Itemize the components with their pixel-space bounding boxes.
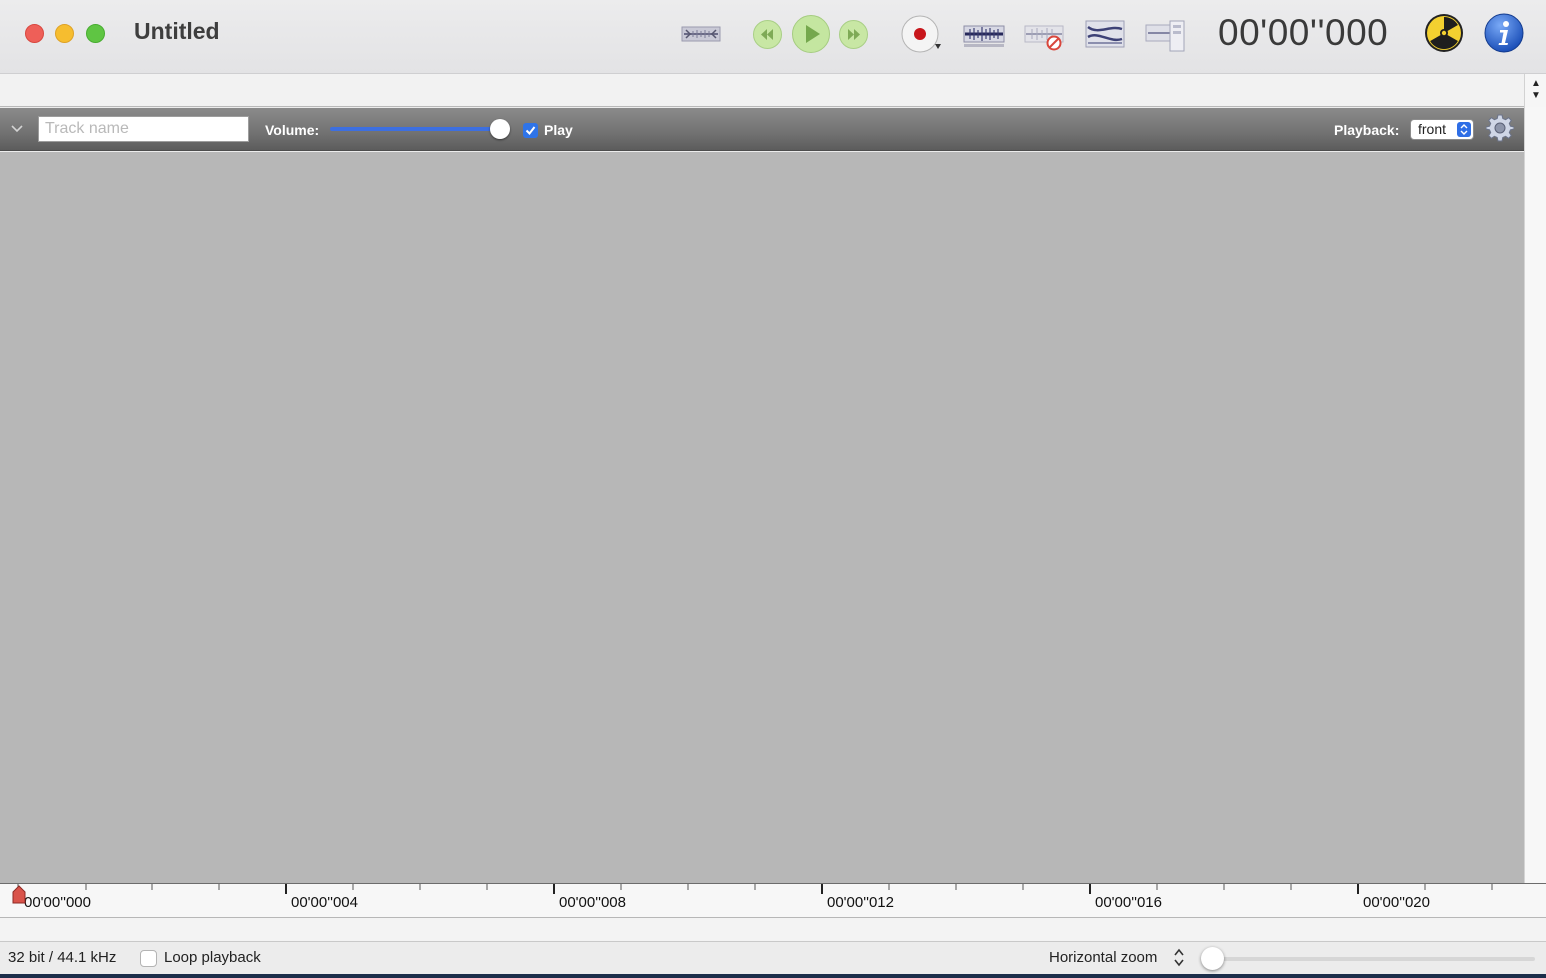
play-checkbox[interactable] [523, 123, 538, 138]
vertical-scrollbar[interactable] [1524, 107, 1546, 883]
zoom-slider-knob[interactable] [1201, 947, 1224, 970]
playback-select[interactable]: front [1410, 119, 1474, 140]
scroll-down-icon[interactable]: ▼ [1531, 91, 1541, 101]
track-header: Volume: Play Playback: front [0, 108, 1524, 151]
ruler-label: 00'00''008 [559, 894, 626, 911]
ruler-label: 00'00''016 [1095, 894, 1162, 911]
vertical-stepper[interactable]: ▲ ▼ [1524, 74, 1546, 107]
play-label: Play [544, 122, 573, 138]
minimize-window-button[interactable] [55, 24, 74, 43]
ruler-ticks [17, 884, 1493, 894]
trim-icon[interactable] [680, 22, 722, 46]
playback-label: Playback: [1334, 122, 1400, 138]
playback-select-value: front [1418, 121, 1447, 137]
volume-label: Volume: [265, 122, 320, 138]
zoom-stepper-icon[interactable] [1172, 947, 1186, 969]
window-title: Untitled [134, 18, 220, 44]
title-bar: Untitled 00'00''000 [0, 0, 1546, 74]
maximize-window-button[interactable] [86, 24, 105, 43]
time-display: 00'00''000 [1218, 12, 1389, 53]
select-arrows-icon [1457, 122, 1471, 137]
checkmark-icon [525, 126, 536, 136]
volume-slider[interactable] [330, 119, 510, 139]
export-icon[interactable] [1144, 17, 1188, 55]
equalizer-icon[interactable] [1084, 17, 1126, 53]
play-icon[interactable] [791, 14, 831, 54]
close-window-button[interactable] [25, 24, 44, 43]
ruler-label: 00'00''012 [827, 894, 894, 911]
info-icon[interactable] [1484, 13, 1524, 53]
record-icon[interactable] [900, 14, 944, 54]
waveform-disabled-icon[interactable] [1023, 20, 1067, 52]
volume-slider-track [330, 127, 500, 131]
playhead-marker-icon[interactable] [11, 885, 27, 905]
horizontal-zoom-label: Horizontal zoom [1049, 949, 1158, 966]
track-canvas[interactable] [0, 152, 1524, 883]
radiation-icon[interactable] [1424, 13, 1464, 53]
loop-playback-label: Loop playback [164, 949, 261, 966]
toolbar-strip [0, 74, 1524, 107]
audio-format: 32 bit / 44.1 kHz [8, 949, 117, 966]
waveform-icon[interactable] [962, 20, 1006, 50]
chevron-down-icon[interactable] [10, 122, 24, 136]
ruler-label: 00'00''004 [291, 894, 358, 911]
fast-forward-icon[interactable] [838, 19, 869, 50]
track-name-input[interactable] [38, 116, 249, 142]
status-bar: 32 bit / 44.1 kHz Loop playback Horizont… [0, 942, 1546, 974]
gear-icon[interactable] [1486, 114, 1514, 142]
app-window: Untitled 00'00''000 ▲ ▼ Track name Volum… [0, 0, 1546, 974]
zoom-slider-track[interactable] [1205, 957, 1535, 961]
ruler-label: 00'00''000 [24, 894, 91, 911]
volume-slider-knob[interactable] [490, 119, 510, 139]
ruler-footer [0, 918, 1546, 942]
rewind-icon[interactable] [752, 19, 783, 50]
timeline-ruler[interactable]: 00'00''000 00'00''004 00'00''008 00'00''… [0, 883, 1546, 918]
ruler-label: 00'00''020 [1363, 894, 1430, 911]
scroll-up-icon[interactable]: ▲ [1531, 79, 1541, 89]
loop-playback-checkbox[interactable] [140, 950, 157, 967]
